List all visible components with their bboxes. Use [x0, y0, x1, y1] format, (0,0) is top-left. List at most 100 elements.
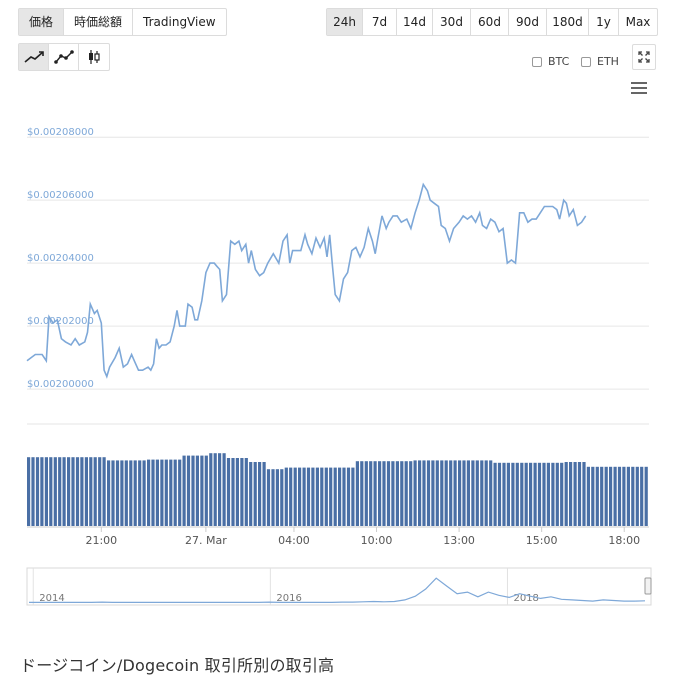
volume-bar — [213, 453, 217, 526]
volume-bar — [306, 467, 311, 526]
volume-bar — [266, 469, 271, 526]
volume-bar — [298, 467, 302, 526]
volume-bar — [373, 461, 377, 526]
volume-bar — [240, 458, 244, 526]
volume-bar — [413, 460, 417, 526]
volume-bar — [107, 460, 111, 526]
x-tick-label: 27. Mar — [185, 534, 227, 547]
volume-bar — [329, 467, 333, 526]
volume-bar — [515, 462, 519, 526]
volume-bar — [595, 466, 599, 526]
volume-bar — [160, 459, 164, 526]
volume-bar — [364, 461, 368, 526]
x-tick-label: 04:00 — [278, 534, 310, 547]
y-tick-label: $0.00208000 — [27, 127, 94, 138]
volume-bar — [111, 460, 115, 526]
volume-bar — [173, 459, 177, 526]
volume-bar — [249, 462, 253, 526]
volume-bar — [191, 455, 195, 526]
volume-bar — [289, 467, 293, 526]
volume-bar — [204, 455, 208, 526]
volume-bar — [640, 466, 644, 526]
volume-bar — [320, 467, 324, 526]
volume-bar — [542, 462, 546, 526]
section-title: ドージコイン/Dogecoin 取引所別の取引高 — [20, 656, 335, 675]
volume-bar — [178, 459, 182, 526]
volume-bar — [84, 457, 88, 526]
volume-bar — [115, 460, 120, 526]
volume-bar — [75, 457, 80, 526]
volume-bar — [573, 462, 577, 526]
volume-bar — [342, 467, 346, 526]
volume-bar — [511, 462, 515, 526]
volume-bar — [386, 461, 391, 526]
volume-bar — [186, 455, 191, 526]
volume-bar — [49, 457, 53, 526]
volume-bar — [426, 460, 431, 526]
volume-bar — [422, 460, 426, 526]
volume-bar — [302, 467, 306, 526]
volume-bar — [182, 455, 186, 526]
volume-bar — [280, 469, 284, 526]
volume-bar — [591, 466, 595, 526]
volume-bar — [489, 460, 493, 526]
volume-bar — [391, 461, 395, 526]
volume-bar — [404, 461, 408, 526]
volume-bar — [222, 453, 226, 526]
volume-bar — [138, 460, 142, 526]
price-series-line — [26, 182, 587, 379]
volume-bar — [338, 467, 342, 526]
volume-bar — [93, 457, 97, 526]
volume-bar — [200, 455, 204, 526]
volume-bar — [520, 462, 524, 526]
volume-bar — [271, 469, 275, 526]
volume-bar — [555, 462, 559, 526]
volume-bar — [31, 457, 35, 526]
volume-bar — [569, 462, 573, 526]
navigator-handle[interactable] — [644, 577, 652, 595]
volume-bar — [333, 467, 337, 526]
volume-bar — [626, 466, 630, 526]
volume-bar — [275, 469, 279, 526]
volume-bar — [142, 460, 146, 526]
volume-bar — [382, 461, 386, 526]
volume-bar — [560, 462, 564, 526]
volume-bar — [409, 461, 413, 526]
volume-bar — [169, 459, 173, 526]
volume-bar — [440, 460, 444, 526]
volume-bar — [529, 462, 533, 526]
volume-bar — [195, 455, 199, 526]
volume-bar — [129, 460, 133, 526]
volume-bar — [613, 466, 617, 526]
volume-bar — [315, 467, 319, 526]
volume-bar — [493, 462, 497, 526]
volume-bar — [133, 460, 137, 526]
x-tick-label: 15:00 — [526, 534, 558, 547]
navigator-frame — [26, 567, 652, 606]
volume-bar — [44, 457, 48, 526]
volume-bar — [635, 466, 639, 526]
volume-bar — [400, 461, 404, 526]
volume-bar — [435, 460, 439, 526]
volume-bar — [346, 467, 351, 526]
volume-bar — [546, 462, 550, 526]
volume-bar — [147, 459, 151, 526]
volume-bar — [35, 457, 40, 526]
volume-bar — [551, 462, 555, 526]
volume-bar — [582, 462, 586, 526]
x-tick-label: 10:00 — [361, 534, 393, 547]
volume-bar — [71, 457, 75, 526]
x-tick-label: 21:00 — [85, 534, 117, 547]
volume-bar — [466, 460, 470, 526]
volume-bar — [151, 459, 155, 526]
volume-bar — [395, 461, 399, 526]
volume-bar — [506, 462, 510, 526]
volume-bar — [471, 460, 475, 526]
volume-bar — [644, 466, 648, 526]
volume-bar — [98, 457, 102, 526]
volume-bar — [324, 467, 328, 526]
volume-bar — [577, 462, 582, 526]
volume-bar — [102, 457, 106, 526]
volume-bar — [235, 458, 239, 526]
volume-bar — [67, 457, 71, 526]
